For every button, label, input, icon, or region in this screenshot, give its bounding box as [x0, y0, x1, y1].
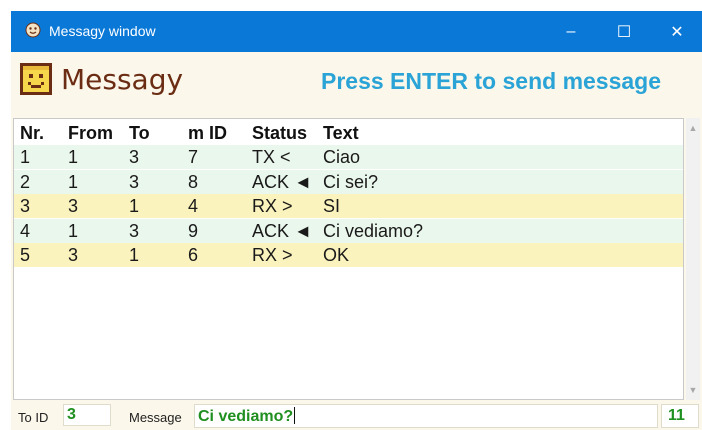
app-name: Messagy: [61, 63, 184, 96]
cell-text: OK: [323, 245, 350, 265]
cell-nr: 3: [20, 196, 31, 216]
table-row[interactable]: 2 1 3 8 ACK ◄ Ci sei?: [14, 169, 683, 194]
maximize-button[interactable]: ☐: [599, 11, 649, 52]
cell-to: 3: [129, 171, 140, 192]
column-header-from[interactable]: From: [68, 123, 113, 144]
column-header-nr[interactable]: Nr.: [20, 123, 44, 144]
scroll-down-arrow-icon[interactable]: ▼: [686, 383, 700, 397]
column-header-to[interactable]: To: [129, 123, 150, 144]
cell-mid: 7: [188, 147, 199, 167]
column-header-text[interactable]: Text: [323, 123, 359, 144]
input-bar: To ID 3 Message Ci vediamo? 11: [11, 400, 702, 430]
text-caret: [294, 407, 296, 424]
scroll-up-arrow-icon[interactable]: ▲: [686, 121, 700, 135]
column-header-mid[interactable]: m ID: [188, 123, 227, 144]
cell-from: 3: [68, 196, 79, 216]
cell-nr: 4: [20, 220, 31, 241]
cell-from: 1: [68, 171, 79, 192]
table-row[interactable]: 3 3 1 4 RX > SI: [14, 194, 683, 218]
cell-text: SI: [323, 196, 341, 216]
message-label: Message: [129, 410, 182, 425]
cell-nr: 5: [20, 245, 31, 265]
window-title: Messagy window: [49, 23, 156, 39]
title-bar[interactable]: Messagy window – ☐ ✕: [11, 11, 702, 52]
messages-table[interactable]: Nr. From To m ID Status Text 1 1 3 7 TX < Cia…: [13, 118, 684, 400]
cell-status: ACK ◄: [252, 171, 312, 192]
cell-mid: 8: [188, 171, 199, 192]
cell-text: Ci vediamo?: [323, 220, 424, 241]
cell-status: ACK ◄: [252, 220, 312, 241]
send-hint: Press ENTER to send message: [321, 68, 662, 94]
cell-to: 1: [129, 245, 140, 265]
cell-mid: 4: [188, 196, 199, 216]
message-input[interactable]: Ci vediamo?: [194, 404, 658, 428]
cell-from: 1: [68, 220, 79, 241]
table-row[interactable]: 4 1 3 9 ACK ◄ Ci vediamo?: [14, 218, 683, 243]
cell-from: 3: [68, 245, 79, 265]
message-text: Ci vediamo?: [198, 408, 294, 425]
table-scrollbar[interactable]: ▲ ▼: [686, 118, 700, 400]
cell-from: 1: [68, 147, 79, 167]
cell-nr: 2: [20, 171, 31, 192]
table-row[interactable]: 1 1 3 7 TX < Ciao: [14, 145, 683, 169]
cell-status: RX >: [252, 245, 293, 265]
cell-nr: 1: [20, 147, 31, 167]
cell-text: Ciao: [323, 147, 361, 167]
messagy-logo-icon: [20, 63, 52, 95]
messagy-app-icon: [25, 22, 41, 38]
cell-to: 3: [129, 220, 140, 241]
close-button[interactable]: ✕: [652, 11, 702, 52]
table-header: Nr. From To m ID Status Text: [14, 121, 683, 145]
to-id-input[interactable]: 3: [63, 404, 111, 426]
cell-to: 3: [129, 147, 140, 167]
cell-status: TX <: [252, 147, 291, 167]
cell-mid: 6: [188, 245, 199, 265]
minimize-button[interactable]: –: [546, 11, 596, 52]
table-row[interactable]: 5 3 1 6 RX > OK: [14, 243, 683, 267]
char-count: 11: [661, 404, 699, 428]
cell-text: Ci sei?: [323, 171, 379, 192]
messagy-window: Messagy window – ☐ ✕ Messagy Press ENTER…: [11, 11, 702, 430]
column-header-status[interactable]: Status: [252, 123, 307, 144]
cell-to: 1: [129, 196, 140, 216]
to-id-label: To ID: [18, 410, 49, 425]
cell-mid: 9: [188, 220, 199, 241]
cell-status: RX >: [252, 196, 293, 216]
